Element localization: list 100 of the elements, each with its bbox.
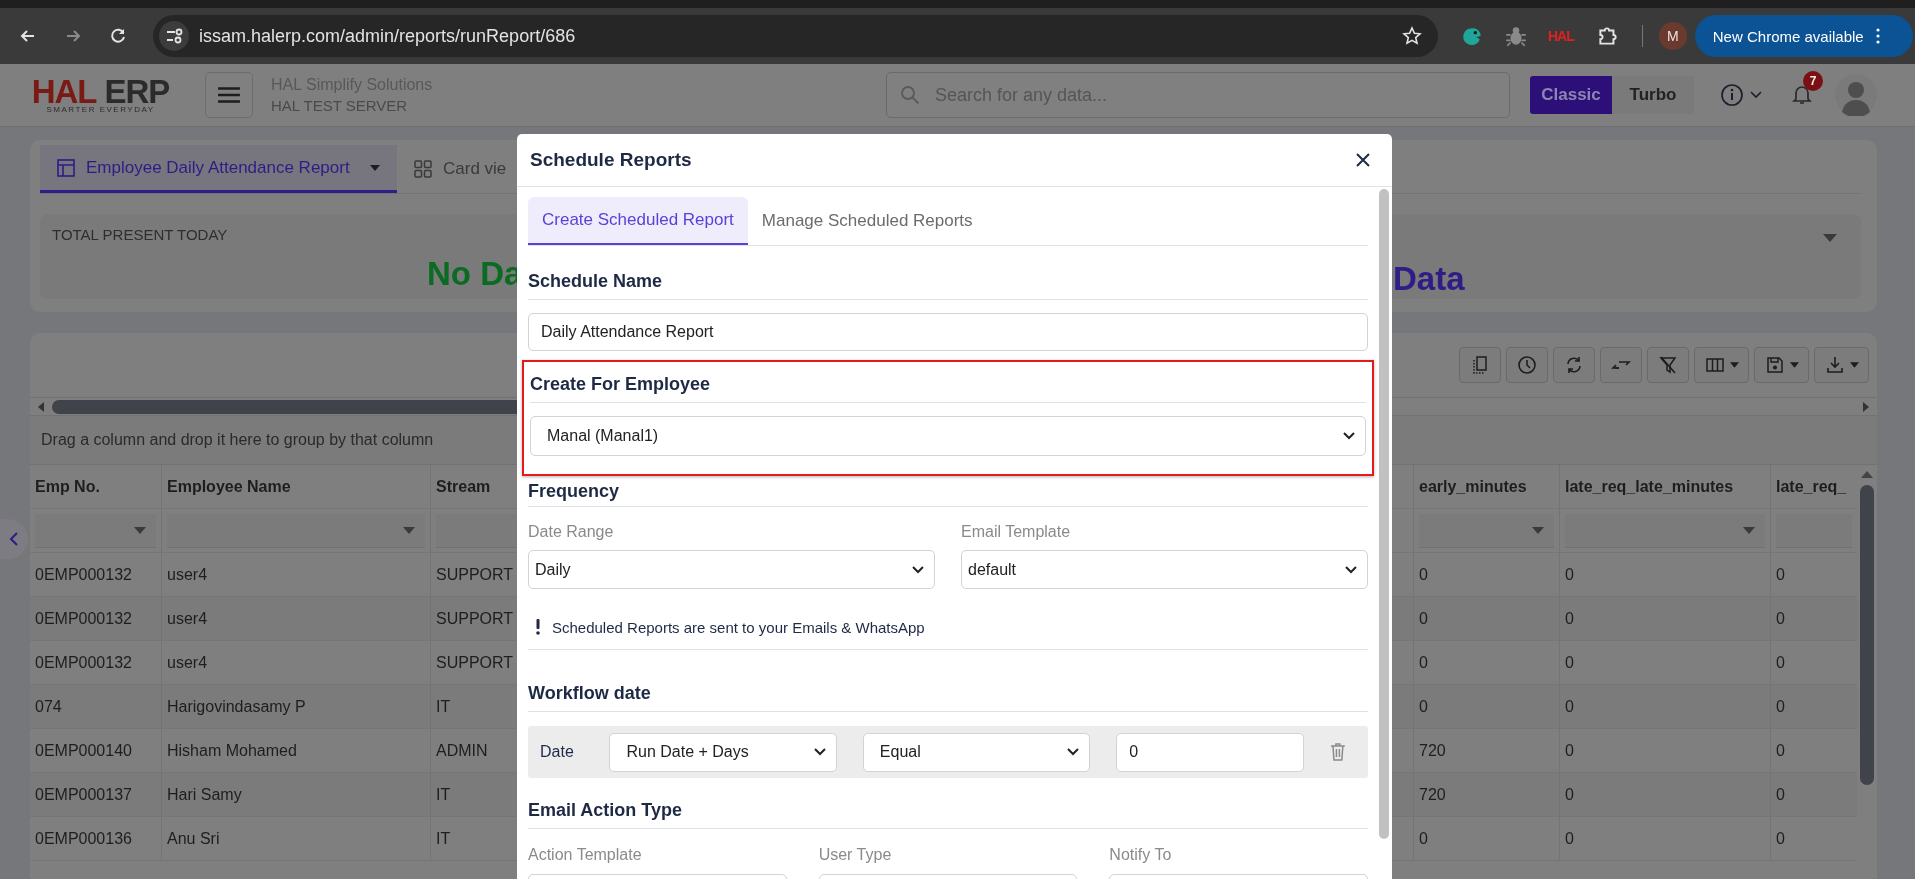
caret-icon	[1729, 362, 1739, 368]
report-tab[interactable]: Card vie	[397, 145, 523, 193]
report-tab[interactable]: Employee Daily Attendance Report	[40, 145, 397, 193]
table-cell: 0	[1560, 817, 1771, 860]
table-cell-text: 0	[1775, 564, 1786, 585]
table-cell: 0	[1413, 553, 1560, 596]
dialog-tab[interactable]: Manage Scheduled Reports	[747, 197, 987, 245]
trash-icon[interactable]	[1330, 743, 1346, 761]
save-icon	[1764, 355, 1785, 375]
sidebar-toggle[interactable]	[0, 519, 28, 559]
dropdown-select[interactable]: default	[961, 550, 1368, 589]
more-icon	[1875, 28, 1880, 44]
table-cell-text: 0	[1775, 696, 1786, 717]
column-header[interactable]: Emp No.	[30, 465, 162, 508]
menu-button[interactable]	[205, 72, 253, 118]
table-cell: 0	[1560, 597, 1771, 640]
page-icon	[1470, 355, 1490, 375]
table-cell: 0	[1560, 641, 1771, 684]
kpi-value: Data	[1393, 260, 1465, 298]
table-cell: user4	[162, 641, 431, 684]
employee-select[interactable]: Manal (Manal1)	[530, 416, 1366, 456]
download-icon	[1824, 355, 1845, 375]
column-header[interactable]: late_req_	[1771, 465, 1857, 508]
days-field[interactable]: 0	[1116, 732, 1305, 772]
chevron-down-icon	[912, 565, 924, 574]
scrollbar-thumb[interactable]	[1860, 485, 1874, 785]
url-text: issam.halerp.com/admin/reports/runReport/686	[199, 25, 577, 47]
menu-icon	[217, 86, 241, 104]
search-icon	[900, 85, 920, 105]
dialog-tab[interactable]: Create Scheduled Report	[528, 197, 748, 245]
scroll-up-icon[interactable]	[1861, 471, 1873, 478]
dropdown-select[interactable]: Equal	[862, 732, 1091, 772]
toolbar-button[interactable]	[1553, 347, 1595, 383]
toolbar-button[interactable]	[1600, 347, 1642, 383]
caret-icon	[134, 526, 146, 534]
scrollbar-thumb[interactable]	[1379, 189, 1389, 839]
dropdown-select[interactable]: Run Date + Days	[609, 732, 837, 772]
table-cell: 0	[1560, 553, 1771, 596]
table-cell: 0EMP000137	[30, 773, 162, 816]
bug-icon[interactable]	[1504, 24, 1528, 48]
caret-icon[interactable]	[1823, 234, 1837, 242]
table-cell-text: 0	[1775, 652, 1786, 673]
dialog-title: Schedule Reports	[530, 149, 692, 171]
table-cell: 720	[1413, 729, 1560, 772]
table-cell: 0	[1560, 773, 1771, 816]
filter-field[interactable]	[167, 513, 425, 548]
caret-icon	[1789, 362, 1799, 368]
scroll-right-icon[interactable]	[1863, 401, 1869, 412]
schedule-name-field[interactable]: Daily Attendance Report	[528, 313, 1368, 351]
scroll-left-icon[interactable]	[38, 401, 44, 412]
toolbar-button[interactable]	[1694, 347, 1749, 383]
table-cell: 0	[1413, 597, 1560, 640]
filter-field[interactable]	[35, 513, 156, 548]
close-icon[interactable]	[1356, 153, 1370, 167]
table-cell: 0	[1413, 685, 1560, 728]
chevron-down-icon	[1067, 748, 1080, 756]
columns-icon	[1704, 355, 1725, 375]
update-button[interactable]: New Chrome available	[1694, 15, 1913, 57]
column-header[interactable]: late_req_late_minutes	[1560, 465, 1771, 508]
filter-off-icon	[1658, 355, 1678, 375]
caret-icon	[1750, 91, 1762, 99]
table-cell-text: 0	[1775, 608, 1786, 629]
mode-toggle[interactable]: Classic	[1530, 76, 1612, 114]
table-cell: 0EMP000132	[30, 553, 162, 596]
caret-icon	[403, 526, 415, 534]
profile-avatar[interactable]: M	[1658, 22, 1687, 50]
column-header[interactable]: early_minutes	[1413, 465, 1560, 508]
chevron-down-icon	[1343, 432, 1355, 440]
table-cell: Harigovindasamy P	[162, 685, 431, 728]
help-menu[interactable]	[1720, 83, 1762, 107]
toolbar-button[interactable]	[1459, 347, 1501, 383]
grid-icon	[413, 159, 433, 179]
toolbar-button[interactable]	[1754, 347, 1809, 383]
dropdown-select[interactable]: Daily	[528, 550, 935, 589]
reload-icon[interactable]	[108, 26, 128, 46]
filter-field[interactable]	[1419, 513, 1554, 548]
address-bar[interactable]: issam.halerp.com/admin/reports/runReport/686	[153, 15, 1438, 57]
table-cell: 074	[30, 685, 162, 728]
star-icon[interactable]	[1402, 26, 1422, 46]
table-cell: 0EMP000140	[30, 729, 162, 772]
column-header[interactable]: Employee Name	[162, 465, 431, 508]
site-settings-icon[interactable]	[159, 21, 189, 51]
toolbar-button[interactable]	[1506, 347, 1548, 383]
table-cell-text: 0	[1775, 828, 1786, 849]
section-heading: Schedule Name	[528, 270, 663, 292]
table-cell: 0EMP000132	[30, 597, 162, 640]
chevron-left-icon	[9, 531, 19, 547]
caret-icon	[1849, 362, 1859, 368]
toolbar-button[interactable]	[1647, 347, 1689, 383]
table-icon	[56, 157, 76, 178]
clock-icon	[1517, 355, 1537, 375]
mode-toggle[interactable]: Turbo	[1612, 76, 1694, 114]
table-cell: 0	[1560, 729, 1771, 772]
toolbar-button[interactable]	[1814, 347, 1869, 383]
caret-icon	[1532, 526, 1544, 534]
field-label: User Type	[818, 845, 893, 865]
table-cell: 0EMP000132	[30, 641, 162, 684]
bell-icon[interactable]	[1792, 83, 1812, 105]
filter-field[interactable]	[1565, 513, 1765, 548]
logo-secondary: ERP	[104, 76, 170, 107]
